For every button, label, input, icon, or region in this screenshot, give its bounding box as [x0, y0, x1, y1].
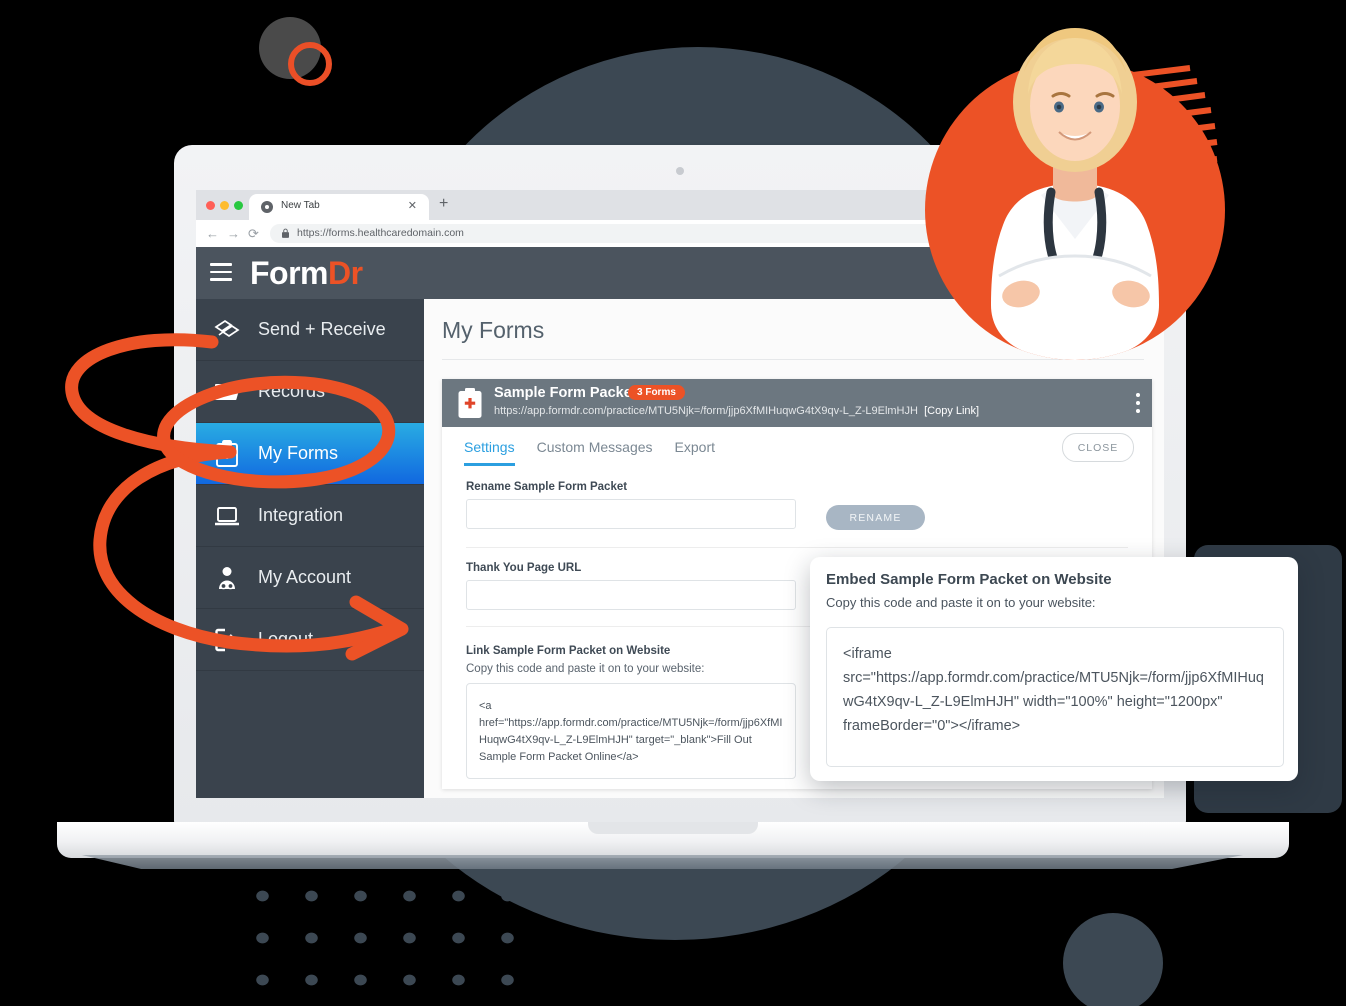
background-circle-bottom-right — [1063, 913, 1163, 1006]
sidebar-item-label: My Account — [258, 567, 352, 587]
sidebar-item-logout[interactable]: Logout — [196, 609, 424, 671]
sidebar-item-send-receive[interactable]: Send + Receive — [196, 299, 424, 361]
close-button[interactable]: CLOSE — [1062, 433, 1134, 462]
doctor-user-icon — [196, 565, 258, 591]
close-icon[interactable]: ✕ — [408, 199, 417, 213]
rename-button[interactable]: RENAME — [826, 505, 925, 530]
rename-field-label: Rename Sample Form Packet — [466, 481, 628, 493]
laptop-camera — [676, 167, 684, 175]
form-packet-url: https://app.formdr.com/practice/MTU5Njk=… — [494, 405, 979, 417]
sidebar-item-integration[interactable]: Integration — [196, 485, 424, 547]
thankyou-input[interactable] — [466, 580, 796, 610]
link-section-label: Link Sample Form Packet on Website — [466, 645, 671, 657]
new-tab-icon[interactable]: + — [439, 196, 448, 212]
logo-form: Form — [250, 255, 329, 291]
clipboard-medical-icon — [457, 387, 483, 419]
browser-tab-title: New Tab — [281, 200, 320, 211]
forward-icon[interactable]: → — [227, 227, 240, 240]
sidebar-item-label: Integration — [258, 505, 344, 525]
reload-icon[interactable]: ⟳ — [248, 227, 259, 240]
laptop-notch — [588, 822, 758, 834]
form-packet-url-text: https://app.formdr.com/practice/MTU5Njk=… — [494, 405, 918, 417]
form-packet-header: Sample Form Packet 3 Forms https://app.f… — [442, 379, 1152, 427]
folder-icon — [196, 382, 258, 402]
doctor-illustration — [991, 28, 1159, 360]
doctor-photo — [925, 10, 1225, 360]
embed-code-box[interactable]: <iframe src="https://app.formdr.com/prac… — [826, 627, 1284, 767]
hamburger-icon[interactable] — [210, 263, 232, 281]
link-section-note: Copy this code and paste it on to your w… — [466, 663, 705, 675]
window-maximize-button[interactable] — [234, 201, 243, 210]
page-title: My Forms — [442, 317, 545, 343]
url-text: https://forms.healthcaredomain.com — [297, 227, 464, 239]
section-divider-1 — [466, 547, 1128, 548]
tab-custom-messages[interactable]: Custom Messages — [537, 439, 653, 466]
sidebar-item-my-account[interactable]: My Account — [196, 547, 424, 609]
clipboard-plus-icon — [196, 440, 258, 467]
background-dot-grid — [238, 875, 538, 1006]
form-count-badge: 3 Forms — [628, 385, 685, 400]
more-options-icon[interactable] — [1136, 393, 1140, 417]
logout-icon — [196, 628, 258, 652]
chrome-icon — [261, 201, 273, 213]
window-minimize-button[interactable] — [220, 201, 229, 210]
window-close-button[interactable] — [206, 201, 215, 210]
link-code-box[interactable]: <a href="https://app.formdr.com/practice… — [466, 683, 796, 779]
sidebar-item-my-forms[interactable]: My Forms — [196, 423, 424, 485]
laptop-icon — [196, 505, 258, 527]
embed-popup: Embed Sample Form Packet on Website Copy… — [810, 557, 1298, 781]
sidebar: Send + Receive Records My Forms Integrat… — [196, 299, 424, 798]
send-receive-icon — [196, 318, 258, 342]
card-tabs: Settings Custom Messages Export — [464, 439, 715, 466]
background-ring-top-left — [288, 42, 332, 86]
tab-export[interactable]: Export — [675, 439, 715, 466]
tab-settings[interactable]: Settings — [464, 439, 515, 466]
embed-popup-title: Embed Sample Form Packet on Website — [826, 571, 1112, 588]
lock-icon — [282, 228, 289, 238]
sidebar-item-label: Logout — [258, 629, 314, 649]
sidebar-item-label: Records — [258, 381, 326, 401]
logo-dr: Dr — [328, 255, 363, 291]
form-packet-name: Sample Form Packet — [494, 385, 637, 401]
app-logo: FormDr — [250, 255, 363, 292]
laptop-shadow-foot — [81, 855, 1244, 869]
rename-input[interactable] — [466, 499, 796, 529]
sidebar-item-records[interactable]: Records — [196, 361, 424, 423]
browser-tab[interactable]: New Tab ✕ — [249, 194, 429, 220]
embed-popup-note: Copy this code and paste it on to your w… — [826, 595, 1096, 610]
sidebar-item-label: My Forms — [258, 443, 338, 463]
back-icon[interactable]: ← — [206, 227, 219, 240]
thankyou-field-label: Thank You Page URL — [466, 562, 582, 574]
copy-link-button[interactable]: [Copy Link] — [924, 405, 979, 417]
page-root: New Tab ✕ + ← → ⟳ https://forms.healthca… — [0, 0, 1346, 1006]
sidebar-item-label: Send + Receive — [258, 319, 386, 339]
